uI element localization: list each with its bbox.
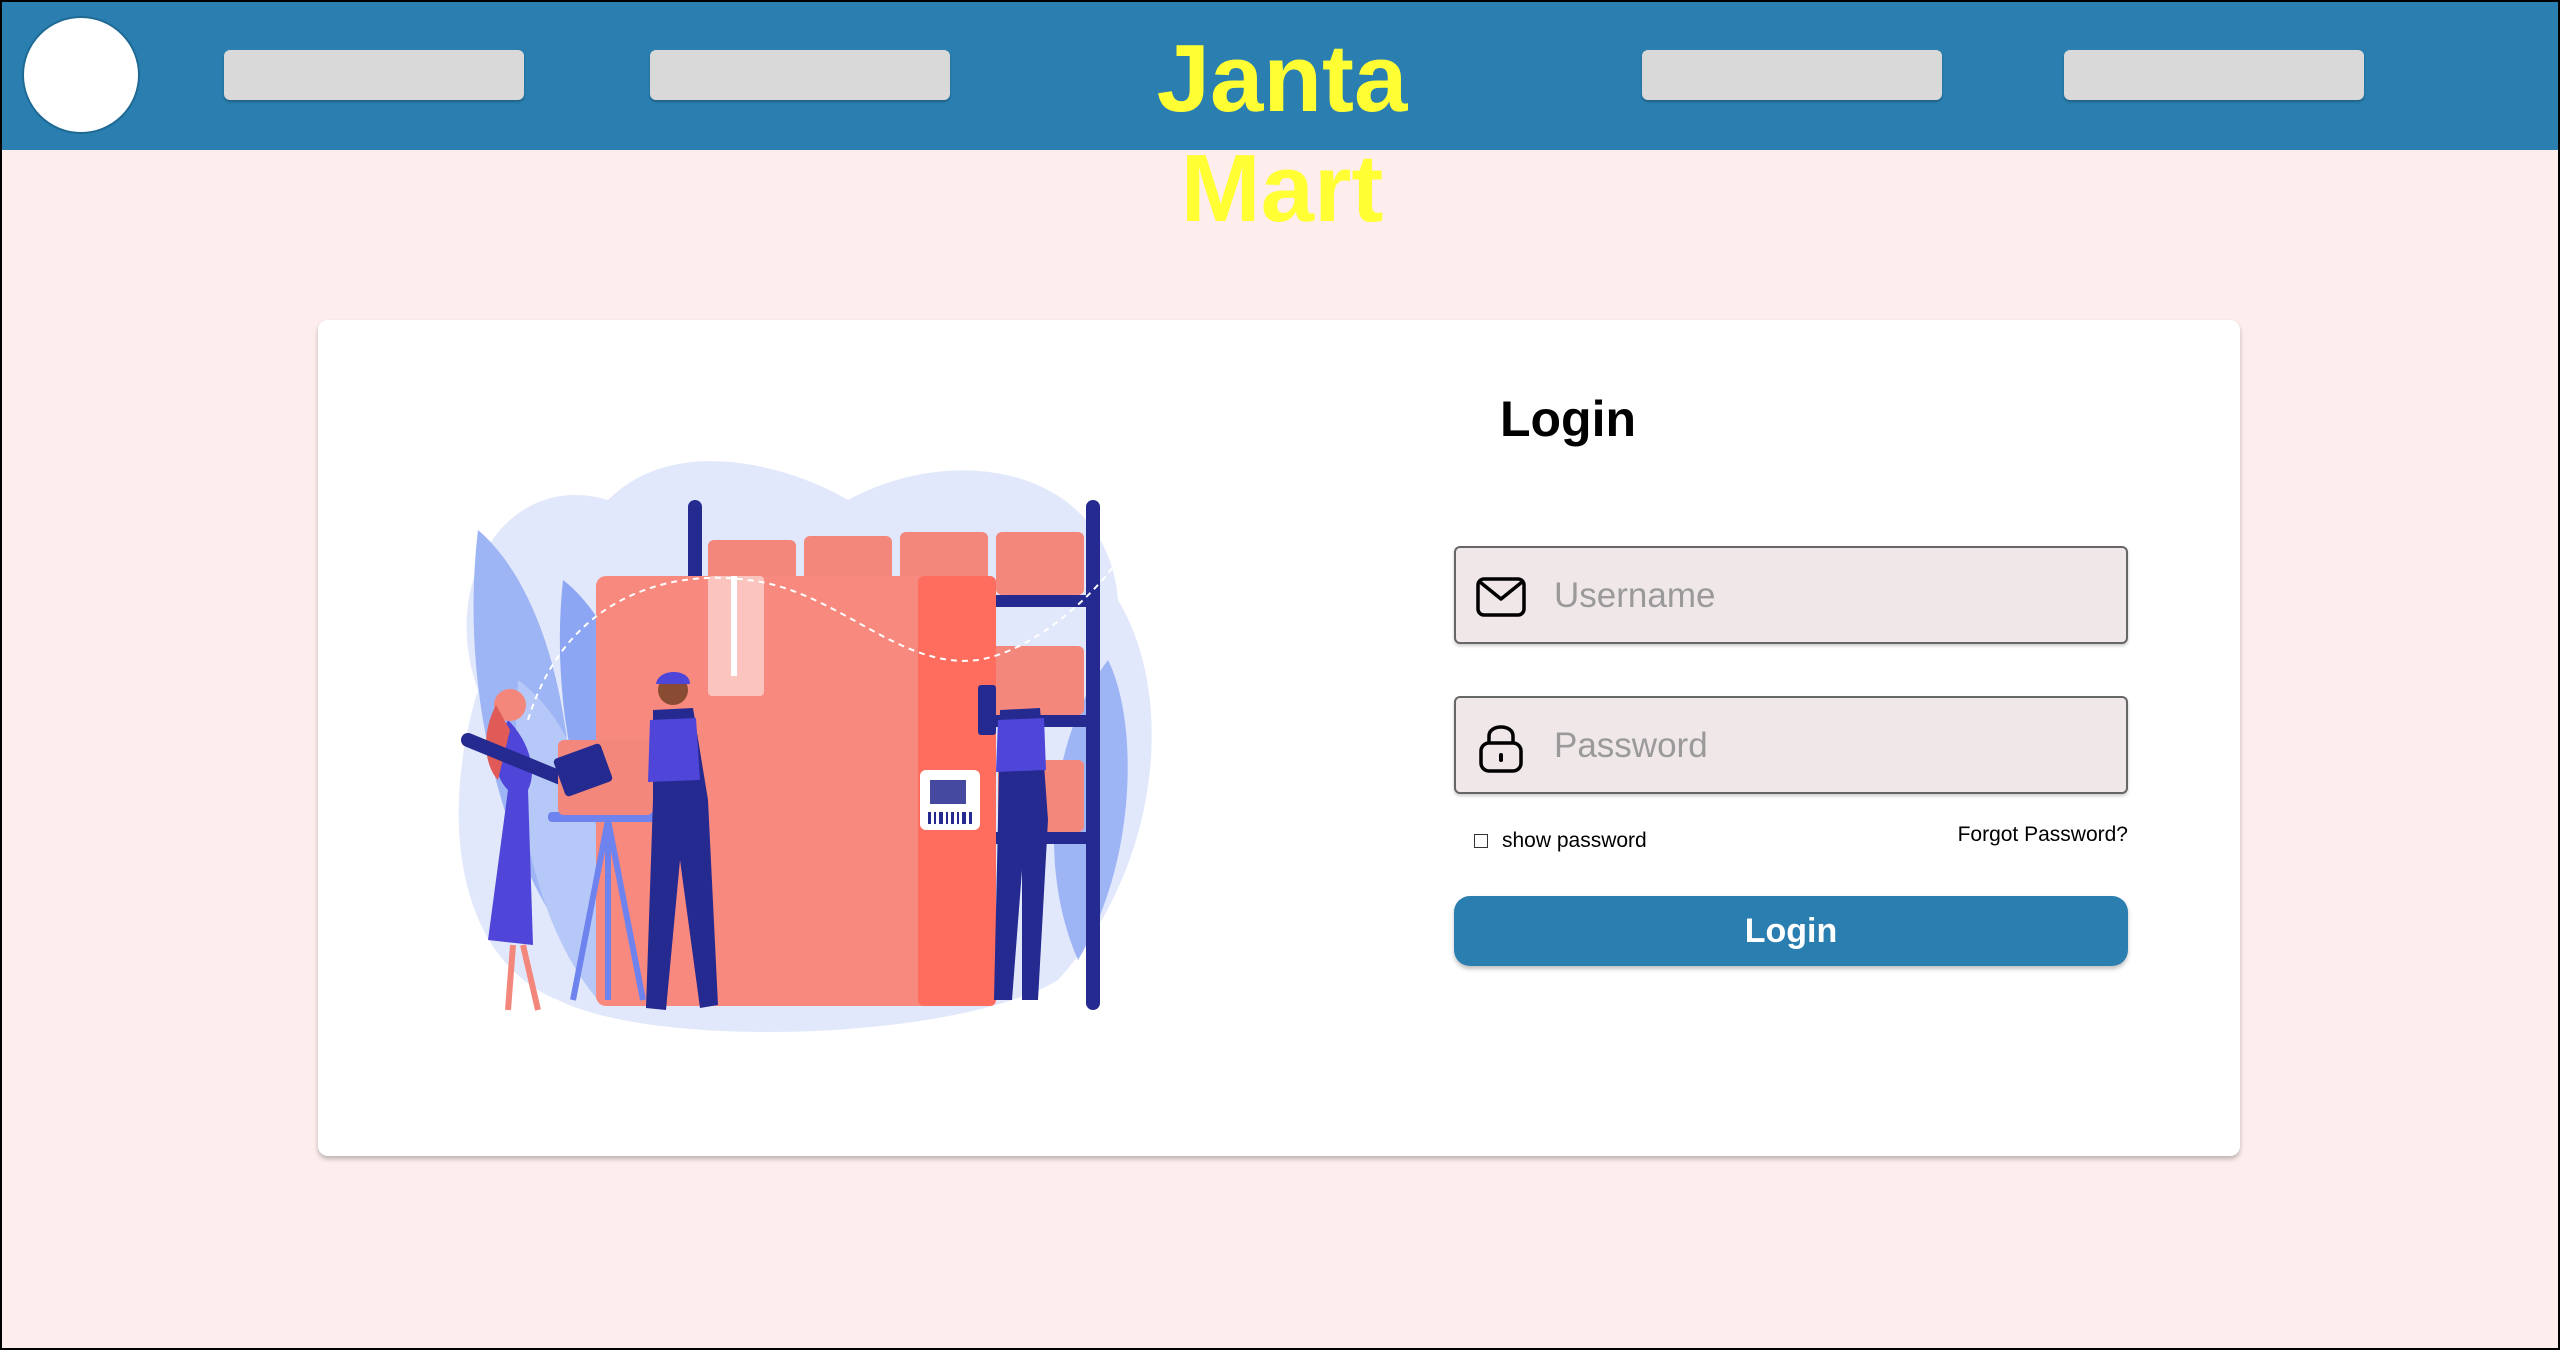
top-navbar: Janta Mart [2,2,2558,242]
username-field[interactable] [1454,546,2128,644]
lock-icon [1479,725,1523,773]
login-card: Login show password Forgot Password? Log… [318,320,2240,1156]
warehouse-illustration [458,461,1152,1033]
show-password-checkbox[interactable] [1474,834,1488,848]
password-input[interactable] [1552,698,2116,794]
mail-icon [1476,577,1526,617]
login-button[interactable]: Login [1454,896,2128,966]
nav-placeholder-4[interactable] [2064,50,2364,100]
avatar[interactable] [22,16,140,134]
login-title: Login [1499,391,1637,447]
show-password-toggle[interactable]: show password [1474,828,1647,854]
forgot-password-link[interactable]: Forgot Password? [1888,823,2128,847]
username-input[interactable] [1552,548,2116,644]
show-password-label: show password [1502,829,1647,852]
brand-title: Janta Mart [1156,25,1408,242]
password-field[interactable] [1454,696,2128,794]
nav-placeholder-2[interactable] [650,50,950,100]
nav-placeholder-1[interactable] [224,50,524,100]
nav-placeholder-3[interactable] [1642,50,1942,100]
